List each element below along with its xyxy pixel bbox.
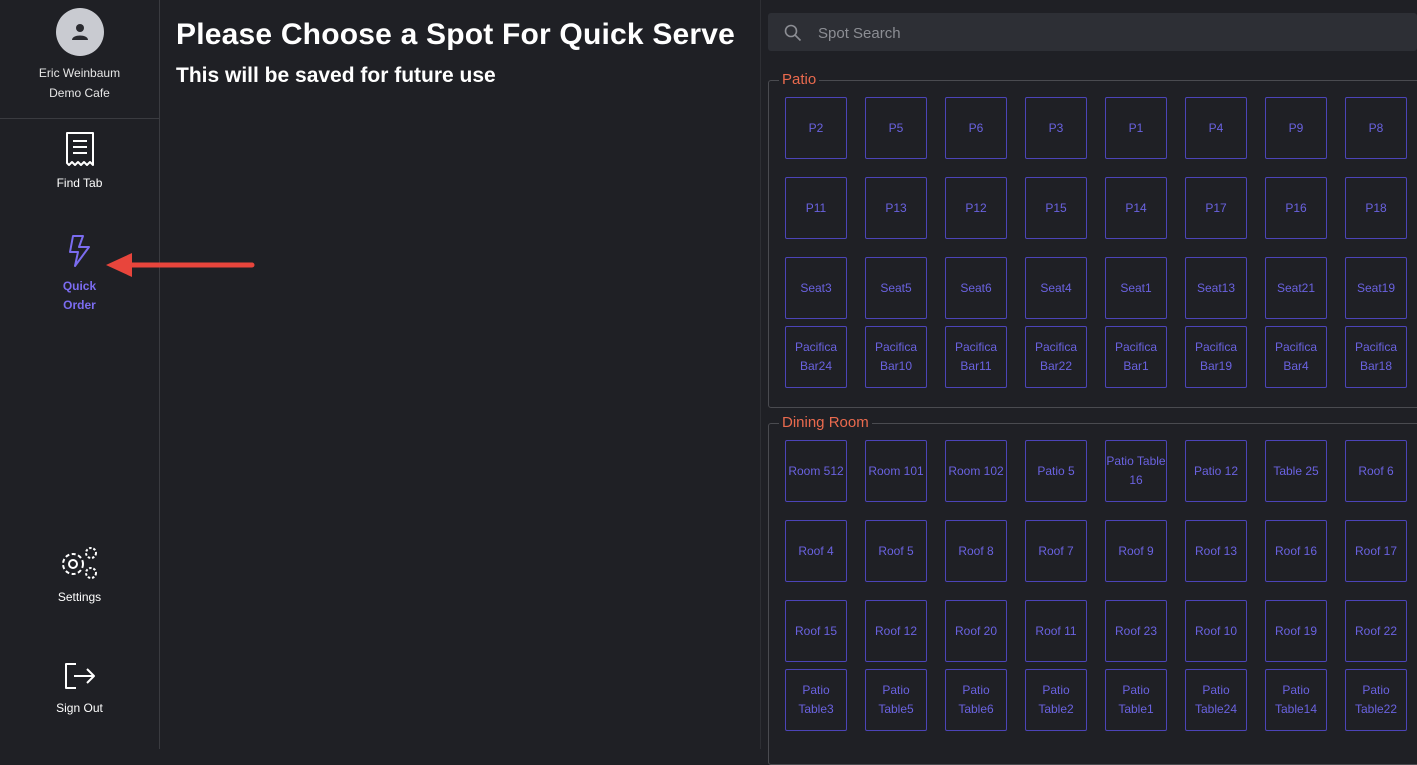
spot-button[interactable]: Patio Table22: [1345, 669, 1407, 731]
spot-button[interactable]: Patio Table24: [1185, 669, 1247, 731]
spot-button[interactable]: Room 101: [865, 440, 927, 502]
spot-button[interactable]: Patio Table6: [945, 669, 1007, 731]
page-title: Please Choose a Spot For Quick Serve: [176, 18, 736, 51]
spot-button[interactable]: Seat3: [785, 257, 847, 319]
section-title: Patio: [779, 71, 820, 88]
lightning-icon: [68, 235, 90, 267]
spot-button[interactable]: Pacifica Bar22: [1025, 326, 1087, 388]
spot-button[interactable]: Patio 5: [1025, 440, 1087, 502]
spot-button[interactable]: P17: [1185, 177, 1247, 239]
spot-button[interactable]: Pacifica Bar24: [785, 326, 847, 388]
spot-button[interactable]: Roof 11: [1025, 600, 1087, 662]
spot-button[interactable]: Patio Table 16: [1105, 440, 1167, 502]
search-icon: [784, 24, 802, 42]
spot-button[interactable]: P13: [865, 177, 927, 239]
spot-button[interactable]: P6: [945, 97, 1007, 159]
sidebar: Eric Weinbaum Demo Cafe Find Tab Quick O…: [0, 0, 160, 749]
spot-button[interactable]: P14: [1105, 177, 1167, 239]
spot-button[interactable]: P16: [1265, 177, 1327, 239]
spot-button[interactable]: Seat19: [1345, 257, 1407, 319]
spot-button[interactable]: Seat6: [945, 257, 1007, 319]
spot-button[interactable]: Patio Table14: [1265, 669, 1327, 731]
spot-button[interactable]: P1: [1105, 97, 1167, 159]
spot-button[interactable]: Patio Table1: [1105, 669, 1167, 731]
spot-search-input[interactable]: [816, 13, 1380, 53]
spot-button[interactable]: Seat4: [1025, 257, 1087, 319]
spot-button[interactable]: Roof 23: [1105, 600, 1167, 662]
profile-block: Eric Weinbaum Demo Cafe: [0, 8, 159, 119]
user-icon: [71, 24, 88, 40]
avatar[interactable]: [55, 8, 104, 56]
spot-button[interactable]: Roof 8: [945, 520, 1007, 582]
spot-button[interactable]: P8: [1345, 97, 1407, 159]
spot-button[interactable]: Seat5: [865, 257, 927, 319]
gears-icon: [61, 547, 97, 579]
spot-button[interactable]: P12: [945, 177, 1007, 239]
spot-search[interactable]: [768, 13, 1417, 53]
spot-button[interactable]: P15: [1025, 177, 1087, 239]
spot-button[interactable]: Seat21: [1265, 257, 1327, 319]
spot-button[interactable]: Pacifica Bar4: [1265, 326, 1327, 388]
spot-button[interactable]: P2: [785, 97, 847, 159]
spot-button[interactable]: Roof 5: [865, 520, 927, 582]
spot-button[interactable]: P9: [1265, 97, 1327, 159]
spot-button[interactable]: Roof 19: [1265, 600, 1327, 662]
spot-button[interactable]: Roof 15: [785, 600, 847, 662]
receipt-icon: [65, 132, 94, 166]
spot-button[interactable]: Roof 7: [1025, 520, 1087, 582]
section-title: Dining Room: [779, 414, 872, 431]
nav-find-tab-label: Find Tab: [56, 176, 103, 190]
spot-button[interactable]: Patio Table3: [785, 669, 847, 731]
spot-button[interactable]: Roof 22: [1345, 600, 1407, 662]
spot-button[interactable]: Pacifica Bar19: [1185, 326, 1247, 388]
spot-button[interactable]: Roof 16: [1265, 520, 1327, 582]
spot-button[interactable]: Roof 13: [1185, 520, 1247, 582]
nav-settings[interactable]: Settings: [0, 545, 159, 604]
spot-button[interactable]: Pacifica Bar10: [865, 326, 927, 388]
spot-button[interactable]: Pacifica Bar11: [945, 326, 1007, 388]
spot-button[interactable]: Roof 4: [785, 520, 847, 582]
nav-find-tab[interactable]: Find Tab: [0, 131, 159, 190]
user-name: Eric Weinbaum: [38, 66, 121, 80]
spot-button[interactable]: P4: [1185, 97, 1247, 159]
spot-button[interactable]: P3: [1025, 97, 1087, 159]
section-patio: Patio P2 P5 P6 P3 P1 P4 P9 P8 P11 P13 P12 P15 P14 P17…: [768, 71, 1417, 408]
page-subtitle: This will be saved for future use: [176, 64, 496, 87]
spot-button[interactable]: Pacifica Bar18: [1345, 326, 1407, 388]
nav-sign-out[interactable]: Sign Out: [0, 660, 159, 715]
spot-button[interactable]: Seat13: [1185, 257, 1247, 319]
spot-button[interactable]: Seat1: [1105, 257, 1167, 319]
spot-button[interactable]: Roof 17: [1345, 520, 1407, 582]
spot-button[interactable]: Room 102: [945, 440, 1007, 502]
panel-divider: [760, 0, 761, 749]
spot-button[interactable]: Roof 9: [1105, 520, 1167, 582]
spot-button[interactable]: Roof 6: [1345, 440, 1407, 502]
spot-button[interactable]: P5: [865, 97, 927, 159]
nav-quick-order-label: Quick Order: [62, 279, 97, 312]
spot-button[interactable]: Roof 10: [1185, 600, 1247, 662]
nav-sign-out-label: Sign Out: [56, 701, 103, 715]
spot-button[interactable]: Table 25: [1265, 440, 1327, 502]
spot-button[interactable]: Roof 20: [945, 600, 1007, 662]
spot-button[interactable]: P18: [1345, 177, 1407, 239]
nav-settings-label: Settings: [57, 590, 102, 604]
spot-button[interactable]: Roof 12: [865, 600, 927, 662]
section-dining-room: Dining Room Room 512 Room 101 Room 102 Pati…: [768, 414, 1417, 765]
spot-button[interactable]: Patio 12: [1185, 440, 1247, 502]
sign-out-icon: [64, 663, 95, 689]
spot-button[interactable]: Patio Table2: [1025, 669, 1087, 731]
spot-button[interactable]: Pacifica Bar1: [1105, 326, 1167, 388]
spot-button[interactable]: Room 512: [785, 440, 847, 502]
spot-button[interactable]: Patio Table5: [865, 669, 927, 731]
cafe-name: Demo Cafe: [49, 86, 110, 100]
arrow-annotation-icon: [106, 253, 255, 277]
spot-button[interactable]: P11: [785, 177, 847, 239]
